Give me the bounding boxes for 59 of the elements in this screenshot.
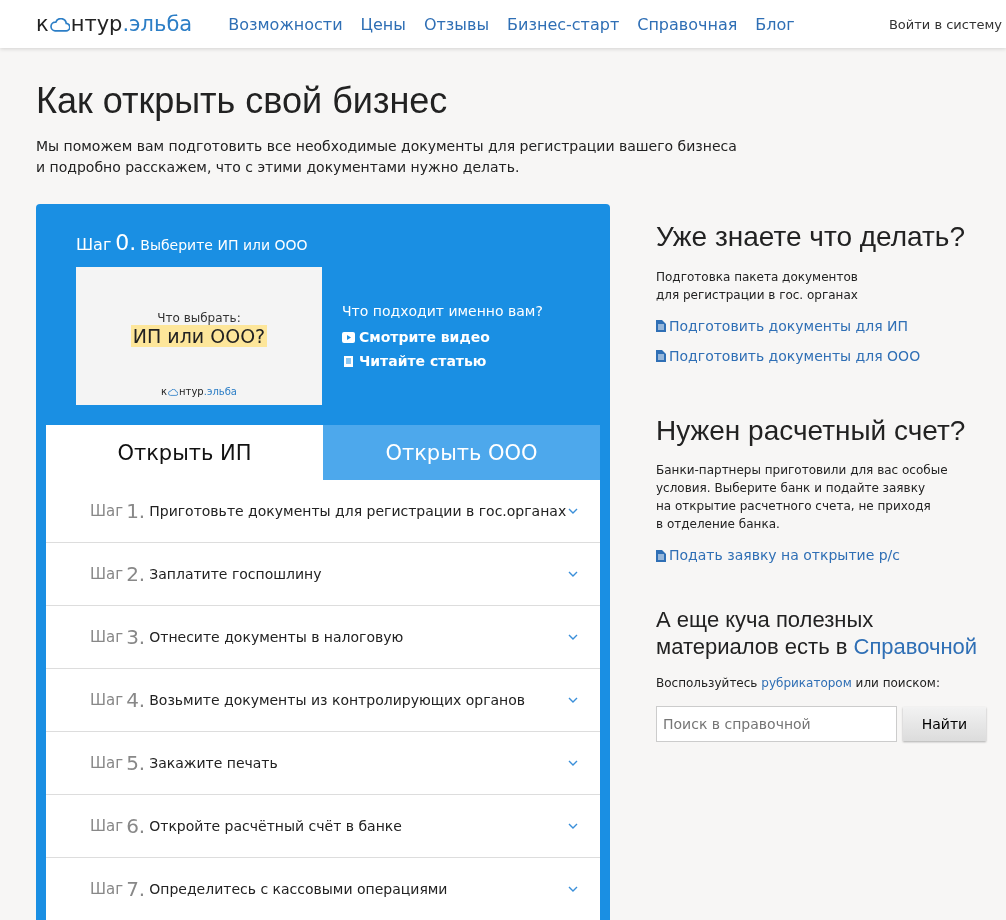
step-row[interactable]: Шаг 6. Откройте расчётный счёт в банке xyxy=(46,795,600,858)
chevron-down-icon xyxy=(568,634,578,640)
logo-text: к xyxy=(161,386,168,397)
video-link[interactable]: Смотрите видео xyxy=(342,329,543,345)
thumbnail-caption: Что выбрать: xyxy=(157,311,241,325)
step-title: Выберите ИП или ООО xyxy=(140,237,308,253)
step-row[interactable]: Шаг 7. Определитесь с кассовыми операциями xyxy=(46,858,600,920)
intro-text: Мы поможем вам подготовить все необходимые документы для регистрации вашего бизнеса и подробно расскажем, что с этими документами нужно делать. xyxy=(36,137,738,177)
step-row[interactable]: Шаг 2. Заплатите госпошлину xyxy=(46,543,600,606)
login-link[interactable]: Войти в систему xyxy=(888,16,1002,32)
chevron-down-icon xyxy=(568,571,578,577)
document-icon xyxy=(656,319,666,333)
chevron-down-icon xyxy=(568,886,578,892)
step-row[interactable]: Шаг 5. Закажите печать xyxy=(46,732,600,795)
document-icon xyxy=(656,349,666,363)
cloud-icon xyxy=(168,389,179,396)
step-row[interactable]: Шаг 4. Возьмите документы из контролирующих органов xyxy=(46,669,600,732)
chevron-down-icon xyxy=(568,508,578,514)
step-number: 0. xyxy=(115,230,137,255)
nav-link[interactable]: Бизнес-старт xyxy=(507,14,620,34)
logo-text: нтур xyxy=(179,386,204,397)
video-thumbnail[interactable]: Что выбрать: ИП или ООО? к нтур.эльба xyxy=(76,267,322,405)
application-link[interactable]: Подать заявку на открытие р/с xyxy=(656,547,986,564)
nav-link[interactable]: Отзывы xyxy=(423,14,490,34)
section-text: Воспользуйтесь рубрикатором или поиском: xyxy=(656,674,941,692)
section-heading: Нужен расчетный счет? xyxy=(656,413,967,448)
nav-link[interactable]: Цены xyxy=(360,14,406,34)
document-link[interactable]: Подготовить документы для ООО xyxy=(656,347,986,364)
logo-text: к xyxy=(36,12,49,36)
logo-text: .эльба xyxy=(122,12,193,36)
logo-text: .эльба xyxy=(203,386,237,397)
step-label: Шаг xyxy=(76,235,112,254)
search-button[interactable]: Найти xyxy=(902,706,986,741)
rubricator-link[interactable]: рубрикатором xyxy=(761,675,852,690)
chevron-down-icon xyxy=(568,760,578,766)
page-title: Как открыть свой бизнес xyxy=(36,80,449,122)
question-text: Что подходит именно вам? xyxy=(342,303,543,319)
play-icon xyxy=(342,331,355,343)
document-icon xyxy=(342,355,355,367)
section-heading: Уже знаете что делать? xyxy=(656,220,967,254)
nav-link[interactable]: Блог xyxy=(755,14,795,34)
step-row[interactable]: Шаг 1. Приготовьте документы для регистрации в гос.органах xyxy=(46,480,600,543)
document-icon xyxy=(656,548,666,562)
document-link[interactable]: Подготовить документы для ИП xyxy=(656,317,986,334)
nav-link[interactable]: Возможности xyxy=(228,14,343,34)
chevron-down-icon xyxy=(568,697,578,703)
cloud-icon xyxy=(49,18,70,32)
section-heading: А еще куча полезных материалов есть в Справочной xyxy=(656,607,979,660)
article-link[interactable]: Читайте статью xyxy=(342,353,543,369)
thumbnail-headline: ИП или ООО? xyxy=(130,325,268,347)
search-field[interactable]: Поиск в справочной xyxy=(656,705,897,742)
help-link[interactable]: Справочной xyxy=(853,633,978,659)
chevron-down-icon xyxy=(568,823,578,829)
logo-text: нтур xyxy=(70,12,123,36)
section-text: Банки-партнеры приготовили для вас особые условия. Выберите банк и подайте заявку на открытие расчетного счета, не приходя в отделение банка. xyxy=(656,462,949,534)
section-text: Подготовка пакета документов для регистрации в гос. органах xyxy=(656,268,859,304)
nav-link[interactable]: Справочная xyxy=(637,14,738,34)
step-row[interactable]: Шаг 3. Отнесите документы в налоговую xyxy=(46,606,600,669)
tab[interactable]: Открыть ИП xyxy=(46,425,323,480)
